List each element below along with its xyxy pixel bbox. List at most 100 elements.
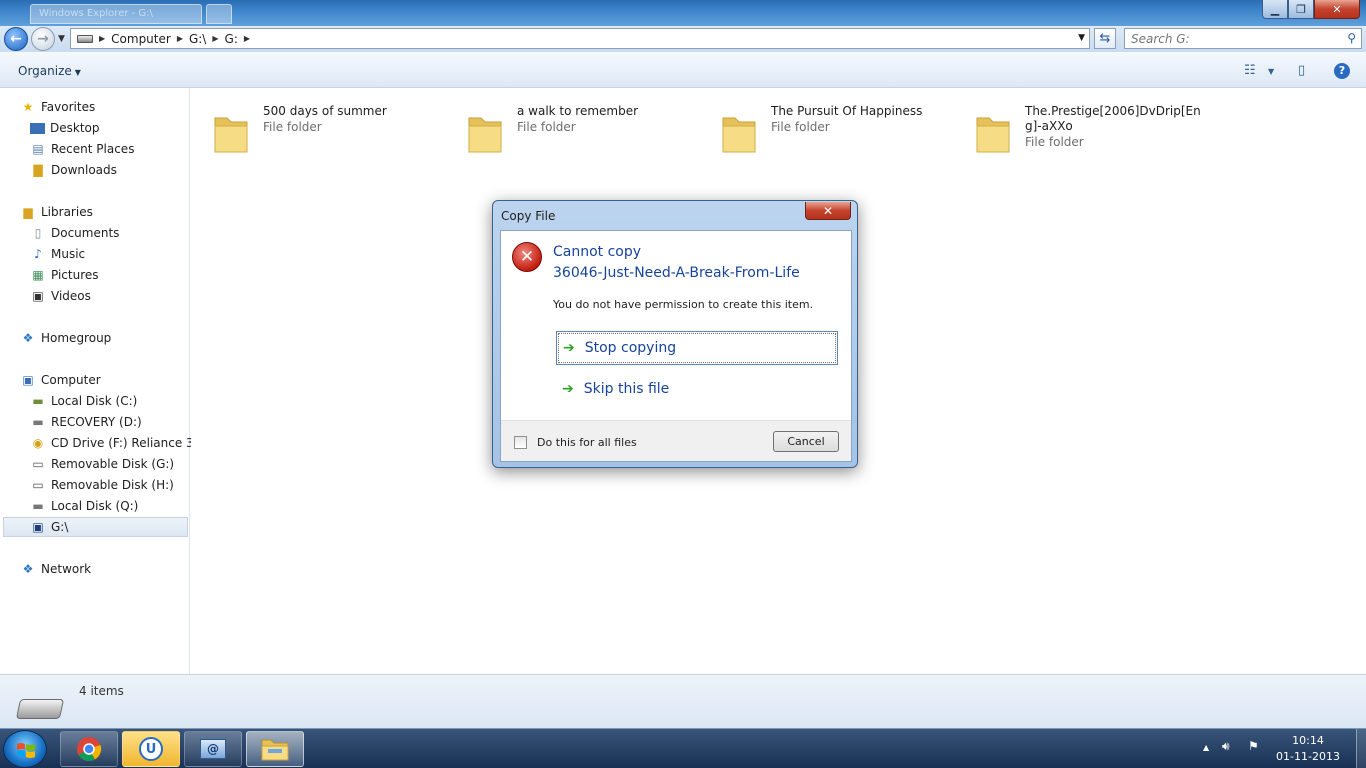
sidebar-item-g-selected[interactable]: ▣ G:\: [3, 517, 188, 537]
address-bar[interactable]: ▶ Computer ▶ G:\ ▶ G: ▶ ▼: [70, 28, 1090, 49]
search-box[interactable]: ⚲: [1124, 28, 1362, 49]
stop-copying-label: Stop copying: [584, 340, 677, 356]
sidebar-item-downloads[interactable]: ▇ Downloads: [30, 160, 117, 180]
cancel-button[interactable]: Cancel: [773, 431, 839, 452]
chevron-right-icon[interactable]: ▶: [99, 34, 105, 43]
show-hidden-icons[interactable]: ▲: [1203, 743, 1209, 752]
sidebar-label: Homegroup: [41, 331, 112, 345]
sidebar-item-music[interactable]: ♪ Music: [30, 244, 85, 264]
sidebar-item-local-disk-q[interactable]: ▬ Local Disk (Q:): [30, 496, 138, 516]
music-icon: ♪: [34, 247, 42, 261]
search-icon[interactable]: ⚲: [1347, 31, 1356, 45]
list-item-folder[interactable]: The.Prestige[2006]DvDrip[Eng]-aXXo File …: [973, 104, 1223, 164]
folder-icon: [214, 117, 248, 153]
minimize-icon: ▁: [1270, 2, 1280, 16]
start-button[interactable]: [3, 730, 47, 768]
sidebar-item-network[interactable]: ❖ Network: [20, 559, 92, 579]
sidebar-label: Favorites: [41, 100, 96, 114]
sidebar-item-recovery-d[interactable]: ▬ RECOVERY (D:): [30, 412, 141, 432]
window-tab[interactable]: Windows Explorer - G:\: [30, 4, 202, 24]
copy-file-dialog: Copy File ✕ ✕ Cannot copy 36046-Just-Nee…: [492, 200, 858, 468]
sidebar-item-libraries[interactable]: ▆ Libraries: [20, 202, 92, 222]
clock-date: 01-11-2013: [1276, 750, 1340, 763]
forward-button[interactable]: →: [31, 27, 55, 51]
help-icon[interactable]: ?: [1334, 63, 1350, 79]
sidebar-item-recent-places[interactable]: ▤ Recent Places: [30, 139, 134, 159]
list-item-folder[interactable]: 500 days of summer File folder: [211, 104, 461, 164]
sidebar-label: Downloads: [51, 163, 117, 177]
title-bar: Windows Explorer - G:\ ▁ ❐ ✕: [0, 0, 1366, 26]
navigation-bar: ← → ▼ ▶ Computer ▶ G:\ ▶ G: ▶ ▼ ⇆ ⚲: [0, 26, 1366, 52]
preview-pane-icon[interactable]: ▯: [1298, 63, 1305, 78]
chevron-right-icon[interactable]: ▶: [177, 34, 183, 43]
history-dropdown-icon[interactable]: ▼: [58, 34, 65, 44]
removable-disk-icon: ▭: [32, 478, 44, 492]
folder-name: 500 days of summer: [263, 104, 387, 118]
address-dropdown-icon[interactable]: ▼: [1078, 33, 1085, 43]
action-center-icon[interactable]: ⚑: [1248, 739, 1259, 753]
list-item-folder[interactable]: a walk to remember File folder: [465, 104, 715, 164]
hard-disk-icon: ▬: [32, 499, 44, 513]
volume-icon[interactable]: 🔊︎: [1222, 739, 1230, 754]
taskbar-chrome[interactable]: [60, 731, 118, 767]
uplay-icon: U: [139, 737, 163, 761]
computer-icon: ▣: [22, 373, 34, 387]
sidebar-item-computer[interactable]: ▣ Computer: [20, 370, 100, 390]
dialog-close-button[interactable]: ✕: [805, 202, 851, 220]
sidebar-item-desktop[interactable]: Desktop: [30, 118, 100, 138]
breadcrumb-computer[interactable]: Computer: [111, 32, 171, 46]
desktop-icon: [30, 122, 45, 134]
sidebar-item-documents[interactable]: ▯ Documents: [30, 223, 120, 243]
navigation-pane: ★ Favorites Desktop ▤ Recent Places ▇ Downl…: [0, 88, 203, 674]
folder-name: The Pursuit Of Happiness: [771, 104, 923, 118]
list-item-folder[interactable]: The Pursuit Of Happiness File folder: [719, 104, 969, 164]
show-desktop-button[interactable]: [1356, 729, 1366, 768]
folder-type: File folder: [771, 120, 830, 134]
network-drive-icon: ▣: [32, 520, 44, 534]
view-dropdown-icon[interactable]: ▼: [1268, 67, 1274, 76]
sidebar-item-local-disk-c[interactable]: ▬ Local Disk (C:): [30, 391, 137, 411]
stop-copying-button[interactable]: ➔ Stop copying: [556, 331, 838, 365]
taskbar-explorer[interactable]: [246, 731, 304, 767]
sidebar-item-pictures[interactable]: ▦ Pictures: [30, 265, 98, 285]
chevron-right-icon[interactable]: ▶: [212, 34, 218, 43]
breadcrumb-g[interactable]: G:: [225, 32, 238, 46]
sidebar-item-cd-drive-f[interactable]: ◉ CD Drive (F:) Reliance 3G: [30, 433, 203, 453]
search-input[interactable]: [1125, 29, 1335, 48]
dialog-title: Copy File: [501, 209, 556, 223]
folder-icon: [468, 117, 502, 153]
videos-icon: ▣: [32, 289, 44, 303]
taskbar-uplay[interactable]: U: [122, 731, 180, 767]
chevron-down-icon: ▼: [74, 68, 81, 77]
sidebar-label: Removable Disk (H:): [51, 478, 174, 492]
sidebar-item-homegroup[interactable]: ❖ Homegroup: [20, 328, 112, 348]
sidebar-label: Recent Places: [51, 142, 135, 156]
clock-time: 10:14: [1292, 734, 1324, 747]
sidebar-label: Local Disk (C:): [51, 394, 138, 408]
organize-button[interactable]: Organize ▼: [18, 64, 81, 78]
sidebar-item-removable-g[interactable]: ▭ Removable Disk (G:): [30, 454, 174, 474]
back-button[interactable]: ←: [4, 27, 28, 51]
close-button[interactable]: ✕: [1314, 0, 1360, 19]
item-count: 4 items: [79, 684, 124, 698]
sidebar-item-removable-h[interactable]: ▭ Removable Disk (H:): [30, 475, 174, 495]
minimize-button[interactable]: ▁: [1262, 0, 1288, 19]
window-tab-small[interactable]: [206, 4, 232, 24]
sidebar-label: Music: [51, 247, 86, 261]
taskbar-network-app[interactable]: @: [184, 731, 242, 767]
removable-drive-icon: [15, 699, 65, 719]
do-for-all-checkbox[interactable]: [514, 436, 527, 449]
chevron-right-icon[interactable]: ▶: [244, 34, 250, 43]
network-connection-icon: @: [200, 739, 226, 759]
restore-button[interactable]: ❐: [1288, 0, 1314, 19]
refresh-button[interactable]: ⇆: [1094, 28, 1116, 49]
breadcrumb-g-root[interactable]: G:\: [189, 32, 206, 46]
sidebar-item-favorites[interactable]: ★ Favorites: [20, 97, 96, 117]
view-options-icon[interactable]: ☷: [1244, 63, 1256, 78]
hard-disk-icon: ▬: [32, 415, 44, 429]
sidebar-item-videos[interactable]: ▣ Videos: [30, 286, 91, 306]
folder-icon: [976, 117, 1010, 153]
skip-file-button[interactable]: ➔ Skip this file: [556, 372, 838, 406]
do-for-all-label[interactable]: Do this for all files: [537, 436, 637, 449]
system-clock[interactable]: 10:14 01-11-2013: [1272, 733, 1344, 765]
